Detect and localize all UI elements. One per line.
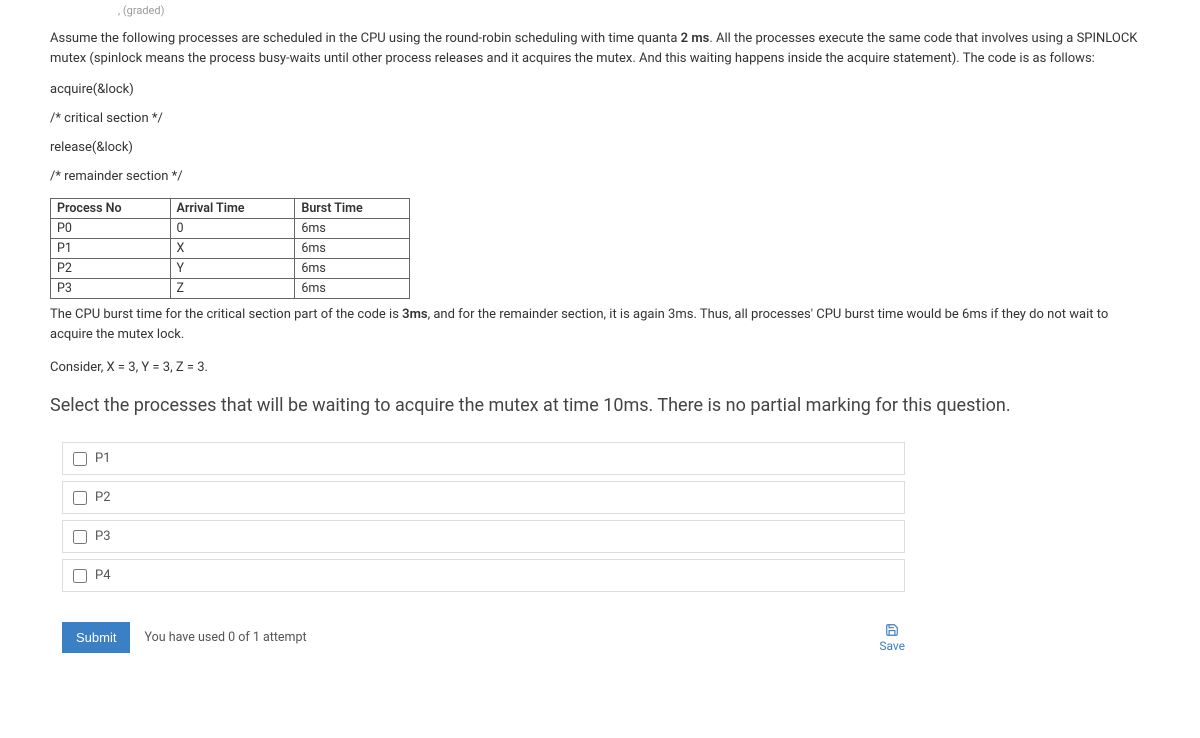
code-release: release(&lock): [50, 140, 1150, 155]
cell: 6ms: [295, 219, 410, 239]
cell: 6ms: [295, 239, 410, 259]
footer-row: Submit You have used 0 of 1 attempt Save: [62, 622, 905, 653]
burst-bold: 3ms: [402, 307, 427, 322]
table-row: P0 0 6ms: [51, 219, 410, 239]
option-p3[interactable]: P3: [62, 520, 905, 553]
prompt-text-a: Assume the following processes are sched…: [50, 31, 681, 46]
cell: P2: [51, 259, 171, 279]
option-p2[interactable]: P2: [62, 481, 905, 514]
cell: 6ms: [295, 279, 410, 299]
question-text: Select the processes that will be waitin…: [50, 393, 1150, 418]
attempts-text: You have used 0 of 1 attempt: [144, 630, 306, 645]
submit-button[interactable]: Submit: [62, 622, 130, 653]
header-process: Process No: [51, 199, 171, 219]
footer-left: Submit You have used 0 of 1 attempt: [62, 622, 307, 653]
label-p3: P3: [95, 529, 111, 544]
process-table: Process No Arrival Time Burst Time P0 0 …: [50, 198, 410, 299]
cell: Z: [170, 279, 295, 299]
table-header-row: Process No Arrival Time Burst Time: [51, 199, 410, 219]
cell: Y: [170, 259, 295, 279]
cell: 6ms: [295, 259, 410, 279]
save-label: Save: [879, 639, 905, 653]
label-p2: P2: [95, 490, 111, 505]
code-acquire: acquire(&lock): [50, 82, 1150, 97]
cell: P1: [51, 239, 171, 259]
checkbox-group: P1 P2 P3 P4: [50, 442, 1150, 592]
burst-explanation: The CPU burst time for the critical sect…: [50, 305, 1150, 344]
prompt-paragraph: Assume the following processes are sched…: [50, 29, 1150, 68]
code-critical: /* critical section */: [50, 111, 1150, 126]
save-icon: [885, 623, 899, 637]
cell: 0: [170, 219, 295, 239]
option-p4[interactable]: P4: [62, 559, 905, 592]
checkbox-p3[interactable]: [73, 530, 87, 544]
label-p1: P1: [95, 451, 111, 466]
burst-text-a: The CPU burst time for the critical sect…: [50, 307, 402, 322]
cell: P0: [51, 219, 171, 239]
graded-label: , (graded): [118, 4, 1200, 17]
checkbox-p1[interactable]: [73, 452, 87, 466]
option-p1[interactable]: P1: [62, 442, 905, 475]
checkbox-p2[interactable]: [73, 491, 87, 505]
prompt-quanta-bold: 2 ms: [681, 31, 710, 46]
question-content: Assume the following processes are sched…: [0, 17, 1200, 673]
save-button[interactable]: Save: [879, 623, 905, 653]
code-remainder: /* remainder section */: [50, 169, 1150, 184]
header-burst: Burst Time: [295, 199, 410, 219]
checkbox-p4[interactable]: [73, 569, 87, 583]
consider-values: Consider, X = 3, Y = 3, Z = 3.: [50, 360, 1150, 375]
cell: P3: [51, 279, 171, 299]
cell: X: [170, 239, 295, 259]
header-arrival: Arrival Time: [170, 199, 295, 219]
table-row: P2 Y 6ms: [51, 259, 410, 279]
table-row: P1 X 6ms: [51, 239, 410, 259]
table-row: P3 Z 6ms: [51, 279, 410, 299]
label-p4: P4: [95, 568, 111, 583]
